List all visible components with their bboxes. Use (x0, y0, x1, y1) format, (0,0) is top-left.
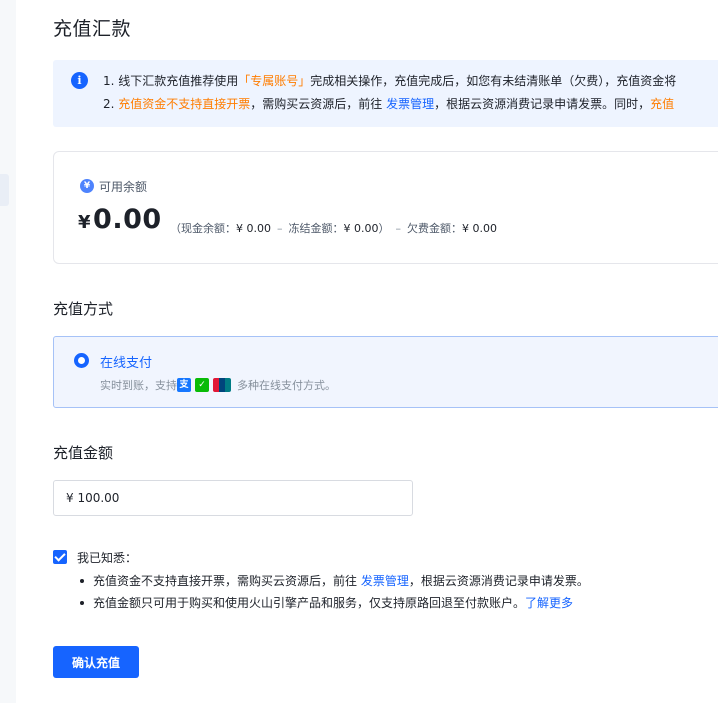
online-payment-desc: 实时到账，支持 支 ✓ 多种在线支付方式。 (100, 377, 336, 393)
frozen-amount-value: ¥ 0.00 (343, 222, 379, 235)
acknowledge-label[interactable]: 我已知悉： (77, 549, 137, 566)
exclusive-account-link[interactable]: 「专属账号」 (238, 74, 310, 88)
confirm-recharge-button[interactable]: 确认充值 (53, 646, 139, 678)
paren: ） (378, 222, 390, 235)
notice-line-1: 1. 线下汇款充值推荐使用「专属账号」完成相关操作，充值完成后，如您有未结清账单… (103, 72, 676, 89)
balance-card: ¥ 可用余额 ¥0.00 （现金余额：¥ 0.00– 冻结金额：¥ 0.00） – 欠… (53, 151, 718, 264)
notice-highlight: 充值资金不支持直接开票 (118, 97, 251, 111)
list-item: 充值资金不支持直接开票，需购买云资源后，前往 发票管理，根据云资源消费记录申请发… (78, 570, 589, 592)
yen-coin-icon: ¥ (80, 179, 94, 193)
invoice-management-link[interactable]: 发票管理 (361, 574, 409, 588)
paren: （ (170, 222, 181, 235)
balance-detail: （现金余额：¥ 0.00– 冻结金额：¥ 0.00） – 欠费金额：¥ 0.00 (170, 220, 497, 236)
invoice-management-link[interactable]: 发票管理 (386, 97, 434, 111)
separator: – (395, 222, 402, 235)
online-payment-radio[interactable] (74, 353, 89, 368)
wechat-pay-icon: ✓ (195, 378, 209, 392)
cash-balance-value: ¥ 0.00 (236, 222, 271, 235)
list-item: 充值金额只可用于购买和使用火山引擎产品和服务，仅支持原路回退至付款账户。了解更多 (78, 592, 589, 614)
desc-text: 多种在线支付方式。 (237, 379, 336, 392)
balance-value: 0.00 (93, 204, 162, 235)
notice-text: 2. (103, 97, 119, 111)
learn-more-link[interactable]: 了解更多 (525, 596, 573, 610)
separator: – (277, 222, 283, 235)
payment-method-title: 充值方式 (53, 300, 114, 318)
unionpay-icon (213, 378, 231, 392)
owed-amount-label: 欠费金额： (407, 222, 462, 235)
page-title: 充值汇款 (53, 18, 132, 40)
notice-text: ，需购买云资源后，前往 (250, 97, 387, 111)
notice-line-2: 2. 充值资金不支持直接开票，需购买云资源后，前往 发票管理，根据云资源消费记录… (103, 95, 674, 112)
acknowledge-list: 充值资金不支持直接开票，需购买云资源后，前往 发票管理，根据云资源消费记录申请发… (78, 570, 589, 614)
info-icon: i (71, 72, 88, 89)
available-balance-amount: ¥0.00 (78, 204, 162, 235)
list-item-text: 充值金额只可用于购买和使用火山引擎产品和服务，仅支持原路回退至付款账户。 (93, 596, 526, 610)
online-payment-label: 在线支付 (100, 356, 153, 371)
available-balance-label: 可用余额 (99, 180, 148, 194)
currency-symbol: ¥ (78, 212, 92, 233)
frozen-amount-label: 冻结金额： (288, 222, 344, 235)
cash-balance-label: 现金余额： (181, 222, 236, 235)
side-nav-active-indicator[interactable] (0, 174, 9, 206)
recharge-amount-input[interactable] (53, 480, 413, 516)
list-item-text: 充值资金不支持直接开票，需购买云资源后，前往 (93, 574, 361, 588)
desc-text: 实时到账，支持 (100, 379, 177, 392)
notice-text: ，根据云资源消费记录申请发票。同时， (434, 97, 651, 111)
recharge-amount-title: 充值金额 (53, 444, 114, 462)
side-nav-strip (0, 0, 16, 703)
acknowledge-checkbox[interactable] (53, 550, 67, 564)
notice-highlight: 充值 (650, 97, 675, 111)
alipay-icon: 支 (177, 378, 191, 392)
list-item-text: ，根据云资源消费记录申请发票。 (408, 574, 589, 588)
owed-amount-value: ¥ 0.00 (462, 222, 497, 235)
notice-text: 完成相关操作，充值完成后，如您有未结清账单（欠费），充值资金将 (310, 74, 677, 88)
online-payment-option[interactable]: 在线支付 实时到账，支持 支 ✓ 多种在线支付方式。 (53, 336, 718, 408)
notice-banner: i 1. 线下汇款充值推荐使用「专属账号」完成相关操作，充值完成后，如您有未结清… (53, 60, 718, 127)
notice-text: 1. 线下汇款充值推荐使用 (103, 74, 239, 88)
